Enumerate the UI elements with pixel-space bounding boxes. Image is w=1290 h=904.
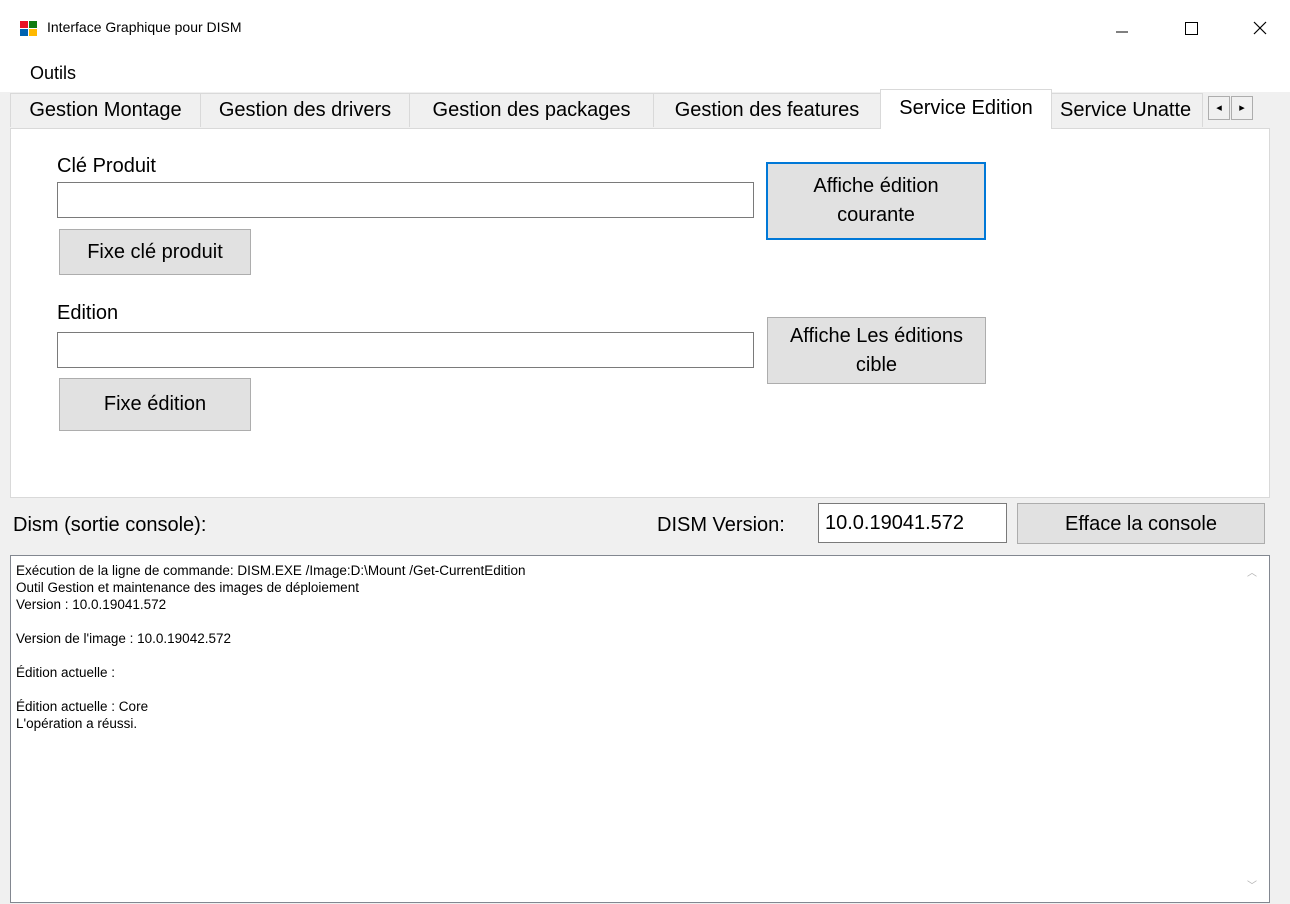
menu-bar (0, 56, 1290, 92)
minimize-button[interactable] (1094, 0, 1150, 56)
show-target-editions-label-line2: cible (855, 353, 898, 376)
tab-gestion-packages[interactable]: Gestion des packages (409, 93, 654, 127)
tab-gestion-features[interactable]: Gestion des features (653, 93, 881, 127)
maximize-button[interactable] (1163, 0, 1219, 56)
tab-scroll-right-button[interactable]: ▸ (1231, 96, 1253, 120)
show-target-editions-button[interactable]: Affiche Les éditions cible (767, 317, 986, 384)
dism-version-label: DISM Version: (657, 514, 785, 536)
maximize-icon (1185, 22, 1198, 35)
title-bar[interactable]: Interface Graphique pour DISM (0, 0, 1290, 56)
close-icon (1253, 21, 1267, 35)
edition-input[interactable] (57, 332, 754, 368)
console-output-text: Exécution de la ligne de commande: DISM.… (16, 563, 526, 731)
tab-scroll-left-button[interactable]: ◂ (1208, 96, 1230, 120)
tab-service-unattend[interactable]: Service Unatte (1051, 93, 1203, 127)
dism-version-field[interactable] (818, 503, 1007, 543)
product-key-label: Clé Produit (57, 155, 156, 177)
clear-console-button[interactable]: Efface la console (1017, 503, 1265, 544)
tab-service-edition[interactable]: Service Edition (880, 89, 1052, 129)
app-icon (20, 21, 37, 36)
window-title: Interface Graphique pour DISM (47, 19, 242, 35)
show-current-edition-label-line1: Affiche édition (813, 175, 939, 197)
close-button[interactable] (1232, 0, 1288, 56)
scroll-up-icon[interactable]: ︿ (1247, 564, 1257, 579)
dism-gui-window: Interface Graphique pour DISM Outils Ges… (0, 0, 1290, 904)
set-product-key-button[interactable]: Fixe clé produit (59, 229, 251, 275)
minimize-icon (1116, 31, 1128, 33)
service-edition-panel: Clé Produit Fixe clé produit Affiche édi… (10, 128, 1270, 498)
show-target-editions-label-line1: Affiche Les éditions (789, 324, 964, 347)
tab-gestion-drivers[interactable]: Gestion des drivers (200, 93, 410, 127)
edition-label: Edition (57, 302, 119, 324)
show-current-edition-button[interactable]: Affiche édition courante (766, 162, 986, 240)
scroll-down-icon[interactable]: ﹀ (1247, 877, 1257, 892)
product-key-input[interactable] (57, 182, 754, 218)
menu-outils[interactable]: Outils (30, 63, 76, 84)
show-current-edition-label-line2: courante (837, 204, 915, 226)
tab-gestion-montage[interactable]: Gestion Montage (10, 93, 201, 127)
console-label: Dism (sortie console): (13, 514, 207, 536)
console-output[interactable]: Exécution de la ligne de commande: DISM.… (10, 555, 1270, 903)
set-edition-button[interactable]: Fixe édition (59, 378, 251, 431)
chevron-left-icon: ◂ (1216, 102, 1222, 114)
chevron-right-icon: ▸ (1239, 102, 1245, 114)
